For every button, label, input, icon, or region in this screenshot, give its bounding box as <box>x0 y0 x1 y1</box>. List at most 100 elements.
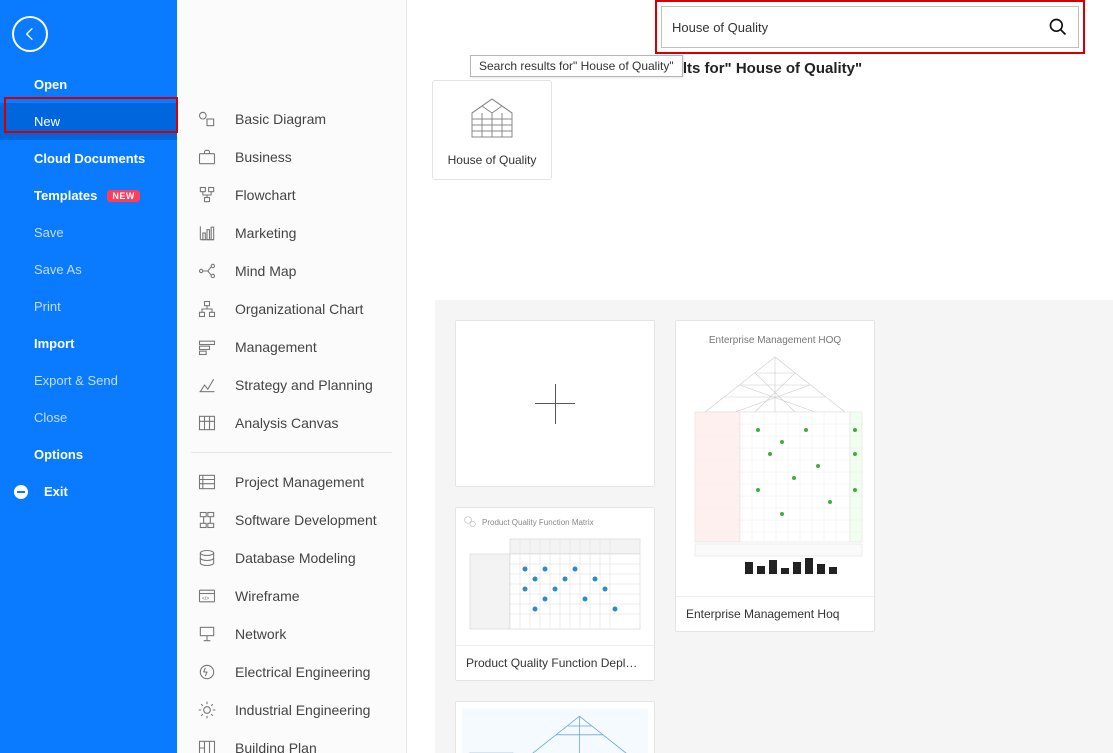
hoq-preview-icon <box>680 352 870 582</box>
preview-title: Enterprise Management HOQ <box>709 335 841 346</box>
category-label: Network <box>235 626 286 642</box>
category-flowchart[interactable]: Flowchart <box>177 176 406 214</box>
database-icon <box>197 548 217 568</box>
software-icon <box>197 510 217 530</box>
category-management[interactable]: Management <box>177 328 406 366</box>
category-label: Marketing <box>235 225 296 241</box>
briefcase-icon <box>197 147 217 167</box>
category-label: Software Development <box>235 512 377 528</box>
result-section: House of Quality <box>432 80 1093 180</box>
new-badge: NEW <box>107 190 140 202</box>
category-building-plan[interactable]: Building Plan <box>177 729 406 753</box>
category-label: Flowchart <box>235 187 296 203</box>
search-box[interactable] <box>661 6 1079 48</box>
category-label: Mind Map <box>235 263 296 279</box>
hoq-icon <box>464 95 520 139</box>
category-strategy[interactable]: Strategy and Planning <box>177 366 406 404</box>
category-wireframe[interactable]: </> Wireframe <box>177 577 406 615</box>
category-electrical[interactable]: Electrical Engineering <box>177 653 406 691</box>
shapes-icon <box>197 109 217 129</box>
exit-icon <box>14 485 28 499</box>
category-label: Business <box>235 149 292 165</box>
sidebar-item-options[interactable]: Options <box>0 436 177 473</box>
category-label: Management <box>235 339 317 355</box>
preview-title: Product Quality Function Matrix <box>482 518 594 527</box>
template-enterprise-hoq[interactable]: Enterprise Management HOQ <box>675 320 875 632</box>
sidebar-item-print[interactable]: Print <box>0 288 177 325</box>
sidebar-item-close[interactable]: Close <box>0 399 177 436</box>
category-label: Industrial Engineering <box>235 702 370 718</box>
electrical-icon <box>197 662 217 682</box>
template-label: Product Quality Function Deployment <box>456 645 654 680</box>
sidebar-item-save-as[interactable]: Save As <box>0 251 177 288</box>
mindmap-icon <box>197 261 217 281</box>
sidebar-item-new[interactable]: New <box>0 103 177 140</box>
chart-icon <box>197 223 217 243</box>
category-project-management[interactable]: Project Management <box>177 463 406 501</box>
category-label: Electrical Engineering <box>235 664 370 680</box>
category-label: Database Modeling <box>235 550 356 566</box>
search-input[interactable] <box>672 20 1048 35</box>
hoq-preview-icon <box>462 708 648 753</box>
template-gallery: Product Quality Function Matrix <box>435 300 1113 753</box>
sidebar-item-open[interactable]: Open <box>0 66 177 103</box>
category-label: Analysis Canvas <box>235 415 339 431</box>
matrix-preview-icon <box>462 534 648 634</box>
template-label: Enterprise Management Hoq <box>676 596 874 631</box>
sidebar-item-export[interactable]: Export & Send <box>0 362 177 399</box>
template-blank[interactable] <box>455 320 655 487</box>
app-body: Open New Cloud Documents Templates NEW S… <box>0 0 1113 753</box>
category-org-chart[interactable]: Organizational Chart <box>177 290 406 328</box>
category-marketing[interactable]: Marketing <box>177 214 406 252</box>
category-divider <box>191 452 392 453</box>
template-preview <box>456 702 654 753</box>
sidebar-item-templates[interactable]: Templates NEW <box>0 177 177 214</box>
category-basic-diagram[interactable]: Basic Diagram <box>177 100 406 138</box>
network-icon <box>197 624 217 644</box>
strategy-icon <box>197 375 217 395</box>
category-label: Organizational Chart <box>235 301 363 317</box>
arrow-left-icon <box>22 26 38 42</box>
category-label: Project Management <box>235 474 364 490</box>
sidebar-item-exit[interactable]: Exit <box>0 473 177 510</box>
category-software-dev[interactable]: Software Development <box>177 501 406 539</box>
search-icon[interactable] <box>1048 17 1068 37</box>
result-tile-label: House of Quality <box>448 153 537 167</box>
category-industrial[interactable]: Industrial Engineering <box>177 691 406 729</box>
template-house-of-quality[interactable]: House Of Quality <box>455 701 655 753</box>
sidebar-item-label: Exit <box>44 484 68 499</box>
plus-icon <box>456 321 654 486</box>
category-business[interactable]: Business <box>177 138 406 176</box>
sidebar-item-label: Templates <box>34 188 97 203</box>
category-label: Building Plan <box>235 740 317 753</box>
management-icon <box>197 337 217 357</box>
category-network[interactable]: Network <box>177 615 406 653</box>
project-icon <box>197 472 217 492</box>
result-tile-house-of-quality[interactable]: House of Quality <box>432 80 552 180</box>
template-preview: Enterprise Management HOQ <box>676 321 874 596</box>
svg-text:</>: </> <box>202 596 209 602</box>
category-database[interactable]: Database Modeling <box>177 539 406 577</box>
template-preview: Product Quality Function Matrix <box>456 508 654 645</box>
wireframe-icon: </> <box>197 586 217 606</box>
sidebar-item-import[interactable]: Import <box>0 325 177 362</box>
building-icon <box>197 738 217 753</box>
canvas-icon <box>197 413 217 433</box>
category-mind-map[interactable]: Mind Map <box>177 252 406 290</box>
category-list: Basic Diagram Business Flowchart Marketi… <box>177 0 407 753</box>
sidebar: Open New Cloud Documents Templates NEW S… <box>0 0 177 753</box>
search-tooltip: Search results for" House of Quality" <box>470 55 683 77</box>
category-analysis-canvas[interactable]: Analysis Canvas <box>177 404 406 442</box>
flowchart-icon <box>197 185 217 205</box>
category-label: Wireframe <box>235 588 300 604</box>
category-label: Strategy and Planning <box>235 377 373 393</box>
main-content: Search results for" House of Quality" Se… <box>407 0 1113 753</box>
org-chart-icon <box>197 299 217 319</box>
sidebar-item-save[interactable]: Save <box>0 214 177 251</box>
gear-icon <box>197 700 217 720</box>
category-label: Basic Diagram <box>235 111 326 127</box>
sidebar-item-cloud[interactable]: Cloud Documents <box>0 140 177 177</box>
search-box-highlight <box>655 0 1085 54</box>
back-button[interactable] <box>12 16 48 52</box>
template-product-quality[interactable]: Product Quality Function Matrix <box>455 507 655 681</box>
